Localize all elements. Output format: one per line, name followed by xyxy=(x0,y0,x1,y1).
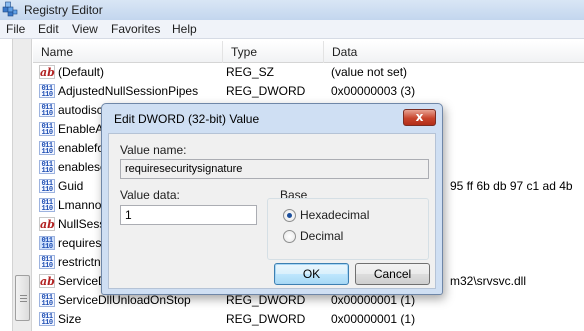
close-button[interactable]: x xyxy=(403,109,436,126)
binary-value-icon: 011 110 xyxy=(39,255,55,270)
value-data-label: Value data: xyxy=(120,188,180,202)
binary-value-icon: 011 110 xyxy=(39,141,55,156)
column-header-bar: Name Type Data xyxy=(33,41,584,63)
string-value-icon: ab xyxy=(39,274,55,288)
value-name: enablese xyxy=(58,160,107,174)
grip-line xyxy=(20,295,27,296)
value-type: REG_SZ xyxy=(226,65,275,79)
menu-favorites[interactable]: Favorites xyxy=(111,22,160,36)
binary-value-icon: 011 110 xyxy=(39,236,55,251)
value-name: restrictn xyxy=(58,255,101,269)
column-header-name[interactable]: Name xyxy=(33,41,223,63)
list-item[interactable]: ab (Default) REG_SZ (value not set) xyxy=(33,63,584,82)
value-name: ServiceDllUnloadOnStop xyxy=(58,293,191,307)
menu-help[interactable]: Help xyxy=(172,22,197,36)
value-name: enablefo xyxy=(58,141,105,155)
dialog-body: Value name: requiresecuritysignature Val… xyxy=(108,133,436,289)
value-data-input[interactable]: 1 xyxy=(120,205,257,225)
column-header-data[interactable]: Data xyxy=(324,41,584,63)
binary-value-icon: 011 110 xyxy=(39,198,55,213)
hexadecimal-label[interactable]: Hexadecimal xyxy=(300,208,369,222)
value-data: m32\srvsvc.dll xyxy=(450,274,527,288)
registry-editor-icon xyxy=(2,1,18,17)
value-name: Lmanno xyxy=(58,198,102,212)
value-name-field[interactable]: requiresecuritysignature xyxy=(120,159,429,179)
menu-view[interactable]: View xyxy=(72,22,98,36)
binary-value-icon: 011 110 xyxy=(39,84,55,99)
column-header-type[interactable]: Type xyxy=(223,41,324,63)
vertical-scrollbar[interactable] xyxy=(12,39,32,331)
value-data: 0x00000001 (1) xyxy=(331,293,416,307)
list-item[interactable]: 011 110 AdjustedNullSessionPipes REG_DWOR… xyxy=(33,82,584,101)
string-value-icon: ab xyxy=(39,217,55,231)
value-type: REG_DWORD xyxy=(226,293,306,307)
binary-value-icon: 011 110 xyxy=(39,122,55,137)
binary-value-icon: 011 110 xyxy=(39,179,55,194)
edit-dword-dialog: Edit DWORD (32-bit) Value x Value name: … xyxy=(101,103,443,295)
value-name: autodisc xyxy=(58,103,103,117)
binary-value-icon: 011 110 xyxy=(39,160,55,175)
value-data: 0x00000003 (3) xyxy=(331,84,416,98)
value-name: Size xyxy=(58,312,82,326)
menu-file[interactable]: File xyxy=(6,22,25,36)
value-name: requires xyxy=(58,236,102,250)
value-type: REG_DWORD xyxy=(226,84,306,98)
key-tree-pane[interactable] xyxy=(0,39,12,331)
value-type: REG_DWORD xyxy=(226,312,306,326)
list-item[interactable]: 011 110 Size REG_DWORD 0x00000001 (1) xyxy=(33,310,584,329)
grip-line xyxy=(20,298,27,299)
scrollbar-thumb[interactable] xyxy=(15,275,30,321)
menu-edit[interactable]: Edit xyxy=(38,22,59,36)
value-data: 0x00000001 (1) xyxy=(331,312,416,326)
decimal-radio[interactable] xyxy=(283,230,296,243)
binary-value-icon: 011 110 xyxy=(39,312,55,327)
close-icon: x xyxy=(415,110,424,124)
binary-value-icon: 011 110 xyxy=(39,103,55,118)
grip-line xyxy=(20,301,27,302)
value-name-label: Value name: xyxy=(120,143,187,157)
value-name: Guid xyxy=(58,179,84,193)
menu-bar: File Edit View Favorites Help xyxy=(0,20,584,39)
cancel-button[interactable]: Cancel xyxy=(355,263,430,285)
value-name: AdjustedNullSessionPipes xyxy=(58,84,199,98)
value-name: ServiceD xyxy=(58,274,107,288)
dialog-title: Edit DWORD (32-bit) Value xyxy=(114,112,260,126)
ok-button[interactable]: OK xyxy=(274,263,349,285)
value-data: (value not set) xyxy=(331,65,408,79)
value-name: (Default) xyxy=(58,65,105,79)
value-data: 95 ff 6b db 97 c1 ad 4b xyxy=(450,179,573,193)
window-title: Registry Editor xyxy=(24,3,103,17)
value-name: EnableA xyxy=(58,122,104,136)
string-value-icon: ab xyxy=(39,65,55,79)
value-name: NullSess xyxy=(58,217,106,231)
title-bar: Registry Editor xyxy=(0,0,584,20)
decimal-label[interactable]: Decimal xyxy=(300,229,343,243)
binary-value-icon: 011 110 xyxy=(39,293,55,308)
hexadecimal-radio[interactable] xyxy=(283,209,296,222)
